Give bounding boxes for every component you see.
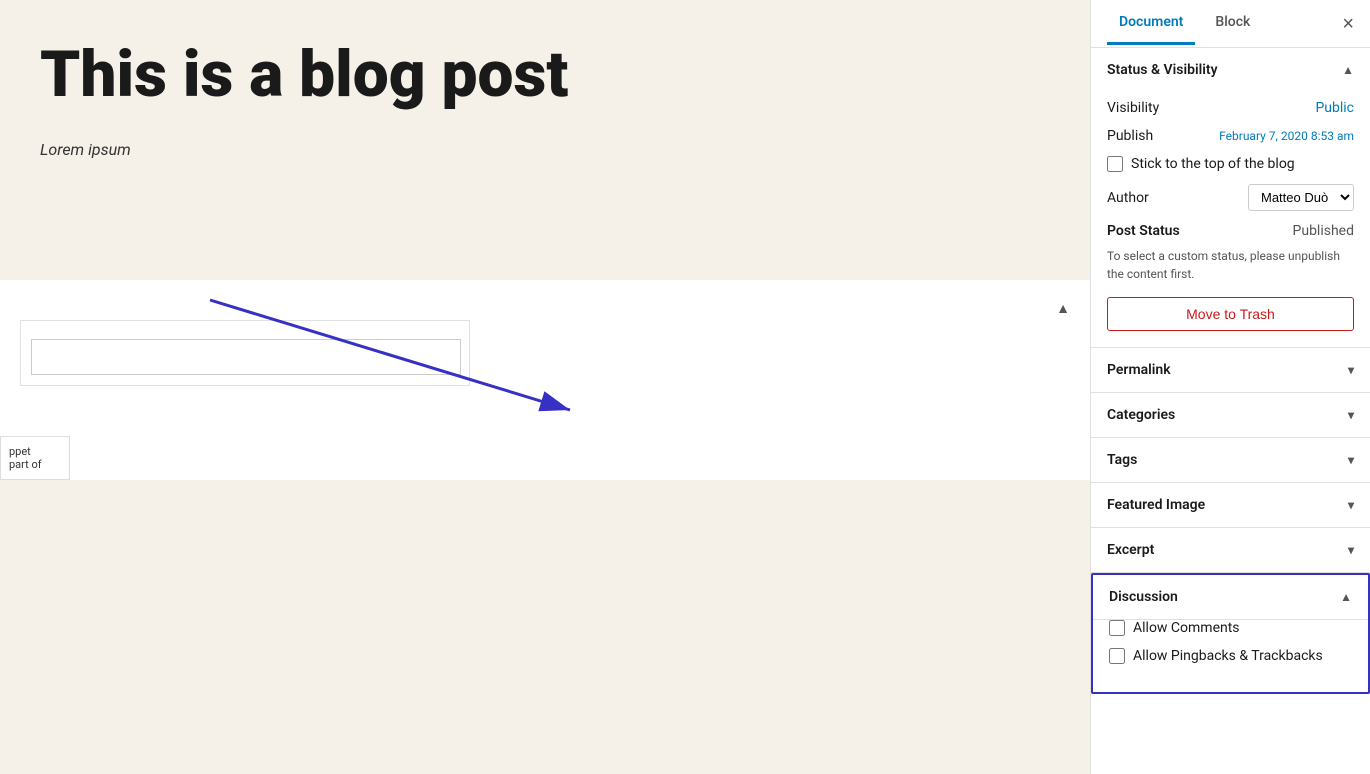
allow-pingbacks-checkbox[interactable] [1109,648,1125,664]
section-permalink-title: Permalink [1107,362,1171,378]
section-excerpt-title: Excerpt [1107,542,1154,558]
visibility-label: Visibility [1107,100,1159,116]
section-featured-image-header[interactable]: Featured Image ▾ [1091,483,1370,527]
section-categories-header[interactable]: Categories ▾ [1091,393,1370,437]
chevron-down-icon-tags: ▾ [1348,453,1354,467]
move-to-trash-button[interactable]: Move to Trash [1107,297,1354,331]
section-permalink: Permalink ▾ [1091,348,1370,393]
section-status-visibility-header[interactable]: Status & Visibility ▲ [1091,48,1370,92]
section-categories: Categories ▾ [1091,393,1370,438]
hero-section: This is a blog post Lorem ipsum [0,0,1090,280]
snippet-block: ppet part of [0,436,70,480]
section-excerpt-header[interactable]: Excerpt ▾ [1091,528,1370,572]
allow-comments-label: Allow Comments [1133,620,1240,636]
custom-status-hint: To select a custom status, please unpubl… [1107,247,1354,283]
editor-content-area: ▲ ppet part of [0,280,1090,480]
section-status-visibility: Status & Visibility ▲ Visibility Public … [1091,48,1370,348]
visibility-value[interactable]: Public [1315,100,1354,116]
sidebar-panel: Document Block × Status & Visibility ▲ V… [1090,0,1370,774]
tab-document[interactable]: Document [1107,2,1195,45]
section-tags-header[interactable]: Tags ▾ [1091,438,1370,482]
collapse-button[interactable]: ▲ [1056,300,1070,316]
section-featured-image-title: Featured Image [1107,497,1205,513]
author-label: Author [1107,190,1149,206]
snippet-text-1: ppet [9,445,61,458]
main-editor-area: This is a blog post Lorem ipsum ▲ ppet p… [0,0,1090,774]
blog-post-title: This is a blog post [40,40,1050,110]
allow-pingbacks-row: Allow Pingbacks & Trackbacks [1109,648,1352,664]
section-permalink-header[interactable]: Permalink ▾ [1091,348,1370,392]
section-discussion: Discussion ▲ Allow Comments Allow Pingba… [1091,573,1370,694]
snippet-text-2: part of [9,458,61,471]
section-status-visibility-body: Visibility Public Publish February 7, 20… [1091,92,1370,347]
post-status-label: Post Status [1107,223,1180,239]
section-status-visibility-title: Status & Visibility [1107,62,1218,78]
allow-pingbacks-label: Allow Pingbacks & Trackbacks [1133,648,1323,664]
section-discussion-header[interactable]: Discussion ▲ [1093,575,1368,620]
chevron-up-icon-discussion: ▲ [1340,590,1352,604]
sidebar-tabs: Document Block × [1091,0,1370,48]
allow-comments-row: Allow Comments [1109,620,1352,636]
section-featured-image: Featured Image ▾ [1091,483,1370,528]
stick-to-top-row: Stick to the top of the blog [1107,156,1354,172]
author-row: Author Matteo Duò [1107,184,1354,211]
chevron-down-icon-categories: ▾ [1348,408,1354,422]
tab-block[interactable]: Block [1203,2,1262,45]
section-discussion-title: Discussion [1109,589,1178,605]
close-button[interactable]: × [1342,14,1354,34]
chevron-up-icon: ▲ [1342,63,1354,77]
chevron-down-icon-excerpt: ▾ [1348,543,1354,557]
allow-comments-checkbox[interactable] [1109,620,1125,636]
visibility-row: Visibility Public [1107,100,1354,116]
post-status-row: Post Status Published [1107,223,1354,239]
chevron-down-icon-featured: ▾ [1348,498,1354,512]
post-status-value: Published [1293,223,1354,239]
section-tags-title: Tags [1107,452,1137,468]
section-discussion-body: Allow Comments Allow Pingbacks & Trackba… [1093,620,1368,692]
content-block [20,320,470,386]
section-excerpt: Excerpt ▾ [1091,528,1370,573]
section-categories-title: Categories [1107,407,1175,423]
publish-date-value[interactable]: February 7, 2020 8:53 am [1219,129,1354,143]
text-input-mock[interactable] [31,339,461,375]
lorem-ipsum-text: Lorem ipsum [40,140,1050,159]
chevron-down-icon: ▾ [1348,363,1354,377]
publish-label: Publish [1107,128,1153,144]
section-tags: Tags ▾ [1091,438,1370,483]
stick-to-top-label: Stick to the top of the blog [1131,156,1295,172]
stick-to-top-checkbox[interactable] [1107,156,1123,172]
author-select[interactable]: Matteo Duò [1248,184,1354,211]
publish-row: Publish February 7, 2020 8:53 am [1107,128,1354,144]
